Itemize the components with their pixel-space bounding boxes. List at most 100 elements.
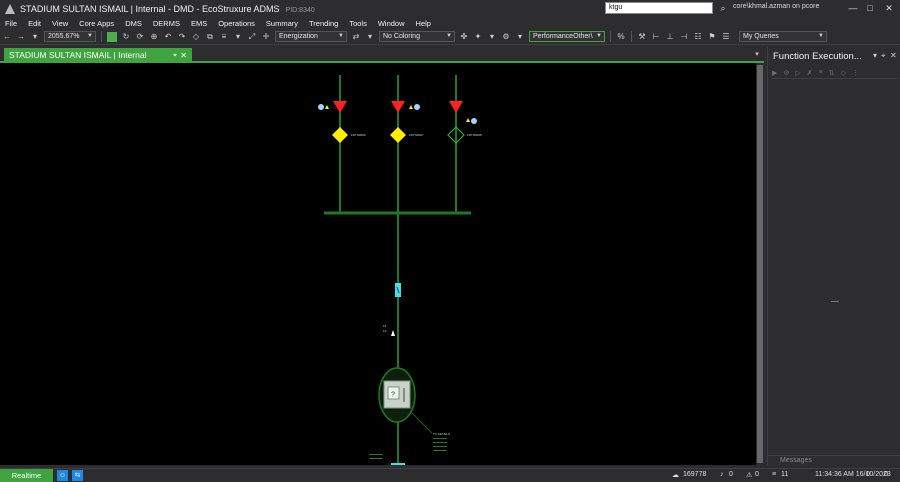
tag-icon[interactable]: ◇ bbox=[191, 32, 201, 42]
messages-tab[interactable]: Messages bbox=[768, 455, 900, 465]
align-left-icon[interactable]: ⊢ bbox=[651, 32, 661, 42]
tab-list-dropdown-icon[interactable]: ▾ bbox=[752, 49, 762, 61]
flag-icon[interactable]: ⚑ bbox=[707, 32, 717, 42]
percent-icon[interactable]: % bbox=[616, 32, 626, 42]
menu-trending[interactable]: Trending bbox=[309, 19, 338, 28]
grid-icon[interactable]: ☷ bbox=[693, 32, 703, 42]
pan-tool-icon[interactable]: ↻ bbox=[121, 32, 131, 42]
trace-dropdown-icon[interactable]: ▾ bbox=[365, 32, 375, 42]
menu-view[interactable]: View bbox=[52, 19, 68, 28]
list-icon[interactable]: ☰ bbox=[721, 32, 731, 42]
settings-icon[interactable]: ⚙ bbox=[501, 32, 511, 42]
tool-icon[interactable]: ⚒ bbox=[637, 32, 647, 42]
realtime-button[interactable]: Realtime bbox=[0, 469, 53, 482]
scrollbar-thumb[interactable] bbox=[757, 65, 763, 463]
mode-select[interactable]: Energization ▼ bbox=[275, 31, 347, 42]
breaker-3-icon[interactable] bbox=[449, 101, 463, 113]
undo-icon[interactable]: ↶ bbox=[163, 32, 173, 42]
switch-1-icon[interactable] bbox=[332, 127, 348, 143]
history-dropdown-icon[interactable]: ▾ bbox=[30, 32, 40, 42]
network-dropdown-icon[interactable]: ▾ bbox=[487, 32, 497, 42]
panel-splitter[interactable] bbox=[831, 301, 839, 302]
select-tool-icon[interactable] bbox=[107, 31, 117, 42]
crosshair-icon[interactable]: ✛ bbox=[261, 32, 271, 42]
step-icon[interactable]: ▷ bbox=[795, 69, 800, 77]
document-tab-strip: STADIUM SULTAN ISMAIL | Internal ⌖ ✕ ▾ bbox=[0, 47, 764, 63]
zoom-select[interactable]: 2055.67% ▼ bbox=[44, 31, 96, 42]
forward-arrow-icon[interactable]: → bbox=[16, 32, 26, 42]
close-window-icon[interactable]: ✕ bbox=[881, 2, 897, 14]
toolbar-divider bbox=[610, 31, 611, 42]
network-icon[interactable]: ✦ bbox=[473, 32, 483, 42]
panel-close-icon[interactable]: ✕ bbox=[890, 51, 897, 60]
panel-pin-icon[interactable]: ⌖ bbox=[881, 51, 886, 61]
maximize-icon[interactable]: □ bbox=[862, 2, 878, 14]
tx-info-line-1 bbox=[433, 438, 447, 439]
feeder-label-3: FDTN0008 bbox=[467, 133, 482, 137]
refresh-icon[interactable]: ⟳ bbox=[135, 32, 145, 42]
menu-bar: File Edit View Core Apps DMS DERMS EMS O… bbox=[0, 17, 900, 29]
event-count: 169778 bbox=[683, 471, 707, 478]
sort-icon[interactable]: ⇅ bbox=[829, 69, 835, 77]
global-search-input[interactable]: ktgu bbox=[605, 2, 713, 14]
clear-icon[interactable]: ✗ bbox=[807, 69, 813, 77]
menu-help[interactable]: Help bbox=[416, 19, 431, 28]
menu-ems[interactable]: EMS bbox=[191, 19, 207, 28]
layers-icon[interactable]: ≡ bbox=[219, 32, 229, 42]
menu-dms[interactable]: DMS bbox=[125, 19, 142, 28]
coloring-select-value: No Coloring bbox=[383, 33, 420, 40]
tx-info-line-3 bbox=[433, 446, 447, 447]
canvas-scrollbar[interactable] bbox=[756, 63, 764, 465]
trace-icon[interactable]: ⇄ bbox=[351, 32, 361, 42]
stop-icon[interactable]: ⊘ bbox=[783, 69, 789, 77]
menu-file[interactable]: File bbox=[5, 19, 17, 28]
back-arrow-icon[interactable]: ← bbox=[2, 32, 12, 42]
search-icon[interactable]: ⌕ bbox=[717, 2, 729, 14]
tag-icon[interactable]: ◇ bbox=[841, 69, 846, 77]
minimize-icon[interactable]: — bbox=[845, 2, 861, 14]
flag-1-icon bbox=[325, 105, 329, 109]
bottom-label-line-2 bbox=[369, 458, 383, 459]
move-icon[interactable]: ✜ bbox=[459, 32, 469, 42]
align-center-icon[interactable]: ⊥ bbox=[665, 32, 675, 42]
fit-view-icon[interactable]: ⤢ bbox=[247, 32, 257, 42]
warning-count: 0 bbox=[755, 471, 759, 478]
menu-summary[interactable]: Summary bbox=[266, 19, 298, 28]
performance-select-value: PerformanceOther\ bbox=[533, 33, 593, 40]
redo-icon[interactable]: ↷ bbox=[177, 32, 187, 42]
filter-icon[interactable]: ≡ bbox=[819, 69, 823, 76]
breaker-2-icon[interactable] bbox=[391, 101, 405, 113]
tx-info-line-2 bbox=[433, 442, 447, 443]
diagram-canvas[interactable]: FDTN0006 FDTN0007 FDTN0008 F1 F2 ? TX DE… bbox=[0, 63, 756, 465]
switch-2-icon[interactable] bbox=[390, 127, 406, 143]
bottom-device-icon[interactable] bbox=[391, 463, 405, 465]
coloring-select[interactable]: No Coloring ▼ bbox=[379, 31, 455, 42]
menu-tools[interactable]: Tools bbox=[349, 19, 367, 28]
play-icon[interactable]: ▶ bbox=[772, 69, 777, 77]
person-icon[interactable]: ☺ bbox=[57, 470, 68, 481]
layers-dropdown-icon[interactable]: ▾ bbox=[233, 32, 243, 42]
link-icon[interactable]: ⧉ bbox=[205, 32, 215, 42]
document-tab-label: STADIUM SULTAN ISMAIL | Internal bbox=[9, 50, 147, 60]
panel-menu-icon[interactable]: ▾ bbox=[873, 51, 877, 60]
sync-icon[interactable]: ⇆ bbox=[72, 470, 83, 481]
close-tab-icon[interactable]: ✕ bbox=[180, 48, 187, 63]
zoom-in-icon[interactable]: ⊕ bbox=[149, 32, 159, 42]
menu-operations[interactable]: Operations bbox=[218, 19, 255, 28]
settings-dropdown-icon[interactable]: ▾ bbox=[515, 32, 525, 42]
feeder-label-1: FDTN0006 bbox=[351, 133, 366, 137]
menu-core-apps[interactable]: Core Apps bbox=[79, 19, 114, 28]
items-count: 11 bbox=[781, 471, 789, 478]
align-right-icon[interactable]: ⊣ bbox=[679, 32, 689, 42]
performance-select[interactable]: PerformanceOther\ ▼ bbox=[529, 31, 605, 42]
event-icon: ☁ bbox=[672, 472, 679, 479]
menu-derms[interactable]: DERMS bbox=[153, 19, 180, 28]
document-tab[interactable]: STADIUM SULTAN ISMAIL | Internal ⌖ ✕ bbox=[4, 48, 192, 63]
breaker-1-icon[interactable] bbox=[333, 101, 347, 113]
single-line-diagram[interactable]: FDTN0006 FDTN0007 FDTN0008 F1 F2 ? TX DE… bbox=[0, 63, 756, 465]
menu-window[interactable]: Window bbox=[378, 19, 405, 28]
queries-select[interactable]: My Queries ▼ bbox=[739, 31, 827, 42]
options-icon[interactable]: ⋮ bbox=[852, 69, 859, 77]
menu-edit[interactable]: Edit bbox=[28, 19, 41, 28]
pin-icon[interactable]: ⌖ bbox=[173, 48, 177, 63]
